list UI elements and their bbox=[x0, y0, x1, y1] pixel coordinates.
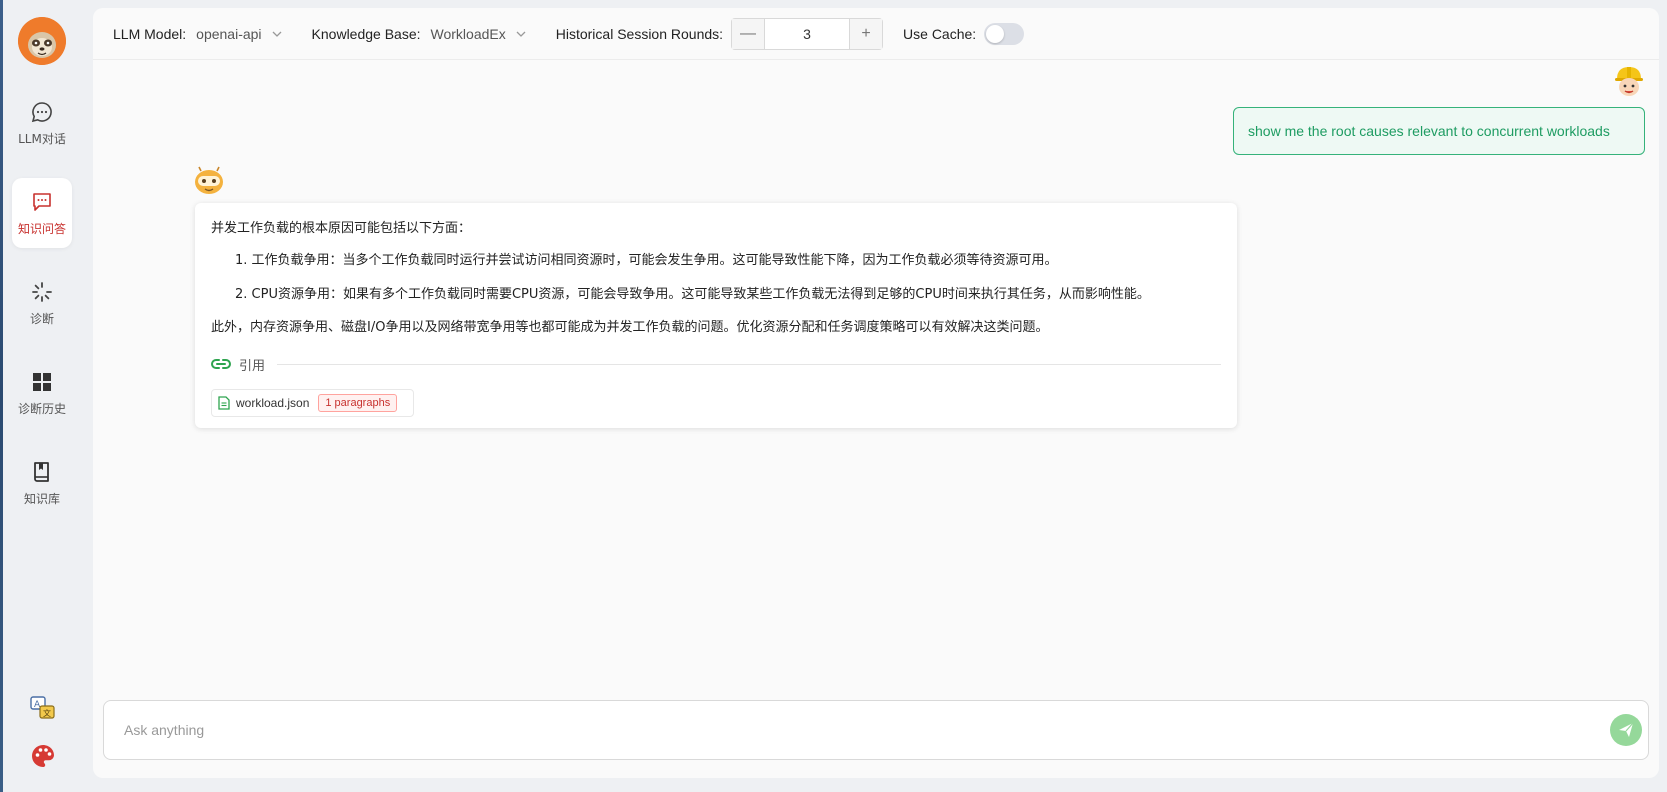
spark-icon bbox=[32, 282, 52, 302]
history-rounds-label: Historical Session Rounds: bbox=[555, 25, 724, 42]
translate-icon[interactable]: A 文 bbox=[30, 695, 56, 721]
history-rounds-stepper: — 3 + bbox=[731, 17, 884, 50]
reference-divider: 引用 bbox=[211, 354, 1221, 374]
sidebar-item-label: 知识库 bbox=[23, 492, 60, 506]
paragraph-count-badge: 1 paragraphs bbox=[318, 394, 398, 412]
chevron-down-icon bbox=[516, 31, 526, 37]
sidebar-item-knowledge-base[interactable]: 知识库 bbox=[12, 448, 72, 518]
user-avatar bbox=[1612, 64, 1646, 100]
knowledge-base-label: Knowledge Base: bbox=[311, 25, 421, 42]
knowledge-base-value: WorkloadEx bbox=[430, 25, 506, 42]
reference-file-name: workload.json bbox=[236, 396, 310, 410]
use-cache-label: Use Cache: bbox=[903, 25, 977, 42]
sidebar-item-label: 诊断历史 bbox=[17, 402, 66, 416]
file-icon bbox=[218, 396, 230, 410]
sidebar-item-diagnosis-history[interactable]: 诊断历史 bbox=[12, 358, 72, 428]
sidebar-item-llm-chat[interactable]: LLM对话 bbox=[12, 88, 72, 158]
bot-message-list-item: 2. CPU资源争用：如果有多个工作负载同时需要CPU资源，可能会导致争用。这可… bbox=[235, 287, 1150, 302]
chat-input-box bbox=[103, 700, 1649, 760]
send-button[interactable] bbox=[1610, 714, 1642, 746]
reference-file-chip[interactable]: workload.json 1 paragraphs bbox=[211, 389, 414, 417]
bot-message-intro: 并发工作负载的根本原因可能包括以下方面： bbox=[211, 221, 472, 236]
bot-message-list-item: 1. 工作负载争用：当多个工作负载同时运行并尝试访问相同资源时，可能会发生争用。… bbox=[235, 253, 1058, 268]
reference-label: 引用 bbox=[239, 358, 266, 374]
chat-icon bbox=[31, 102, 52, 123]
toolbar: LLM Model: openai-api Knowledge Base: Wo… bbox=[93, 8, 1659, 60]
knowledge-base-select[interactable]: WorkloadEx bbox=[431, 26, 526, 42]
link-icon bbox=[211, 359, 231, 369]
main-panel: LLM Model: openai-api Knowledge Base: Wo… bbox=[93, 8, 1659, 778]
grid-icon bbox=[33, 373, 51, 391]
chevron-down-icon bbox=[272, 31, 282, 37]
send-icon bbox=[1619, 722, 1634, 737]
sidebar-item-knowledge-qa[interactable]: 知识问答 bbox=[12, 178, 72, 248]
llm-model-select[interactable]: openai-api bbox=[196, 25, 282, 42]
increment-button[interactable]: + bbox=[850, 18, 883, 49]
llm-model-label: LLM Model: bbox=[113, 25, 187, 42]
sidebar: LLM对话 知识问答 诊断 诊断历史 知识库 A 文 bbox=[3, 0, 83, 792]
sidebar-item-diagnosis[interactable]: 诊断 bbox=[12, 268, 72, 338]
user-message-bubble: show me the root causes relevant to conc… bbox=[1233, 107, 1645, 155]
sidebar-item-label: 诊断 bbox=[29, 312, 54, 326]
bot-message-conclusion: 此外，内存资源争用、磁盘I/O争用以及网络带宽争用等也都可能成为并发工作负载的问… bbox=[211, 320, 1049, 335]
sidebar-item-label: LLM对话 bbox=[18, 132, 66, 146]
llm-model-value: openai-api bbox=[196, 25, 262, 42]
chat-input[interactable] bbox=[124, 701, 1564, 759]
qa-message-icon bbox=[33, 193, 51, 211]
decrement-button[interactable]: — bbox=[732, 18, 765, 49]
book-icon bbox=[34, 462, 49, 482]
sidebar-item-label: 知识问答 bbox=[17, 222, 66, 236]
palette-icon[interactable] bbox=[30, 743, 56, 769]
divider-line bbox=[277, 363, 1221, 365]
user-message-text: show me the root causes relevant to conc… bbox=[1248, 123, 1610, 139]
bot-avatar bbox=[192, 166, 226, 196]
use-cache-toggle[interactable] bbox=[984, 22, 1025, 45]
history-rounds-value[interactable]: 3 bbox=[764, 18, 851, 49]
svg-text:文: 文 bbox=[43, 708, 51, 718]
app-logo-avatar[interactable] bbox=[18, 17, 66, 65]
bot-message-card: 并发工作负载的根本原因可能包括以下方面： 1. 工作负载争用：当多个工作负载同时… bbox=[195, 203, 1237, 428]
